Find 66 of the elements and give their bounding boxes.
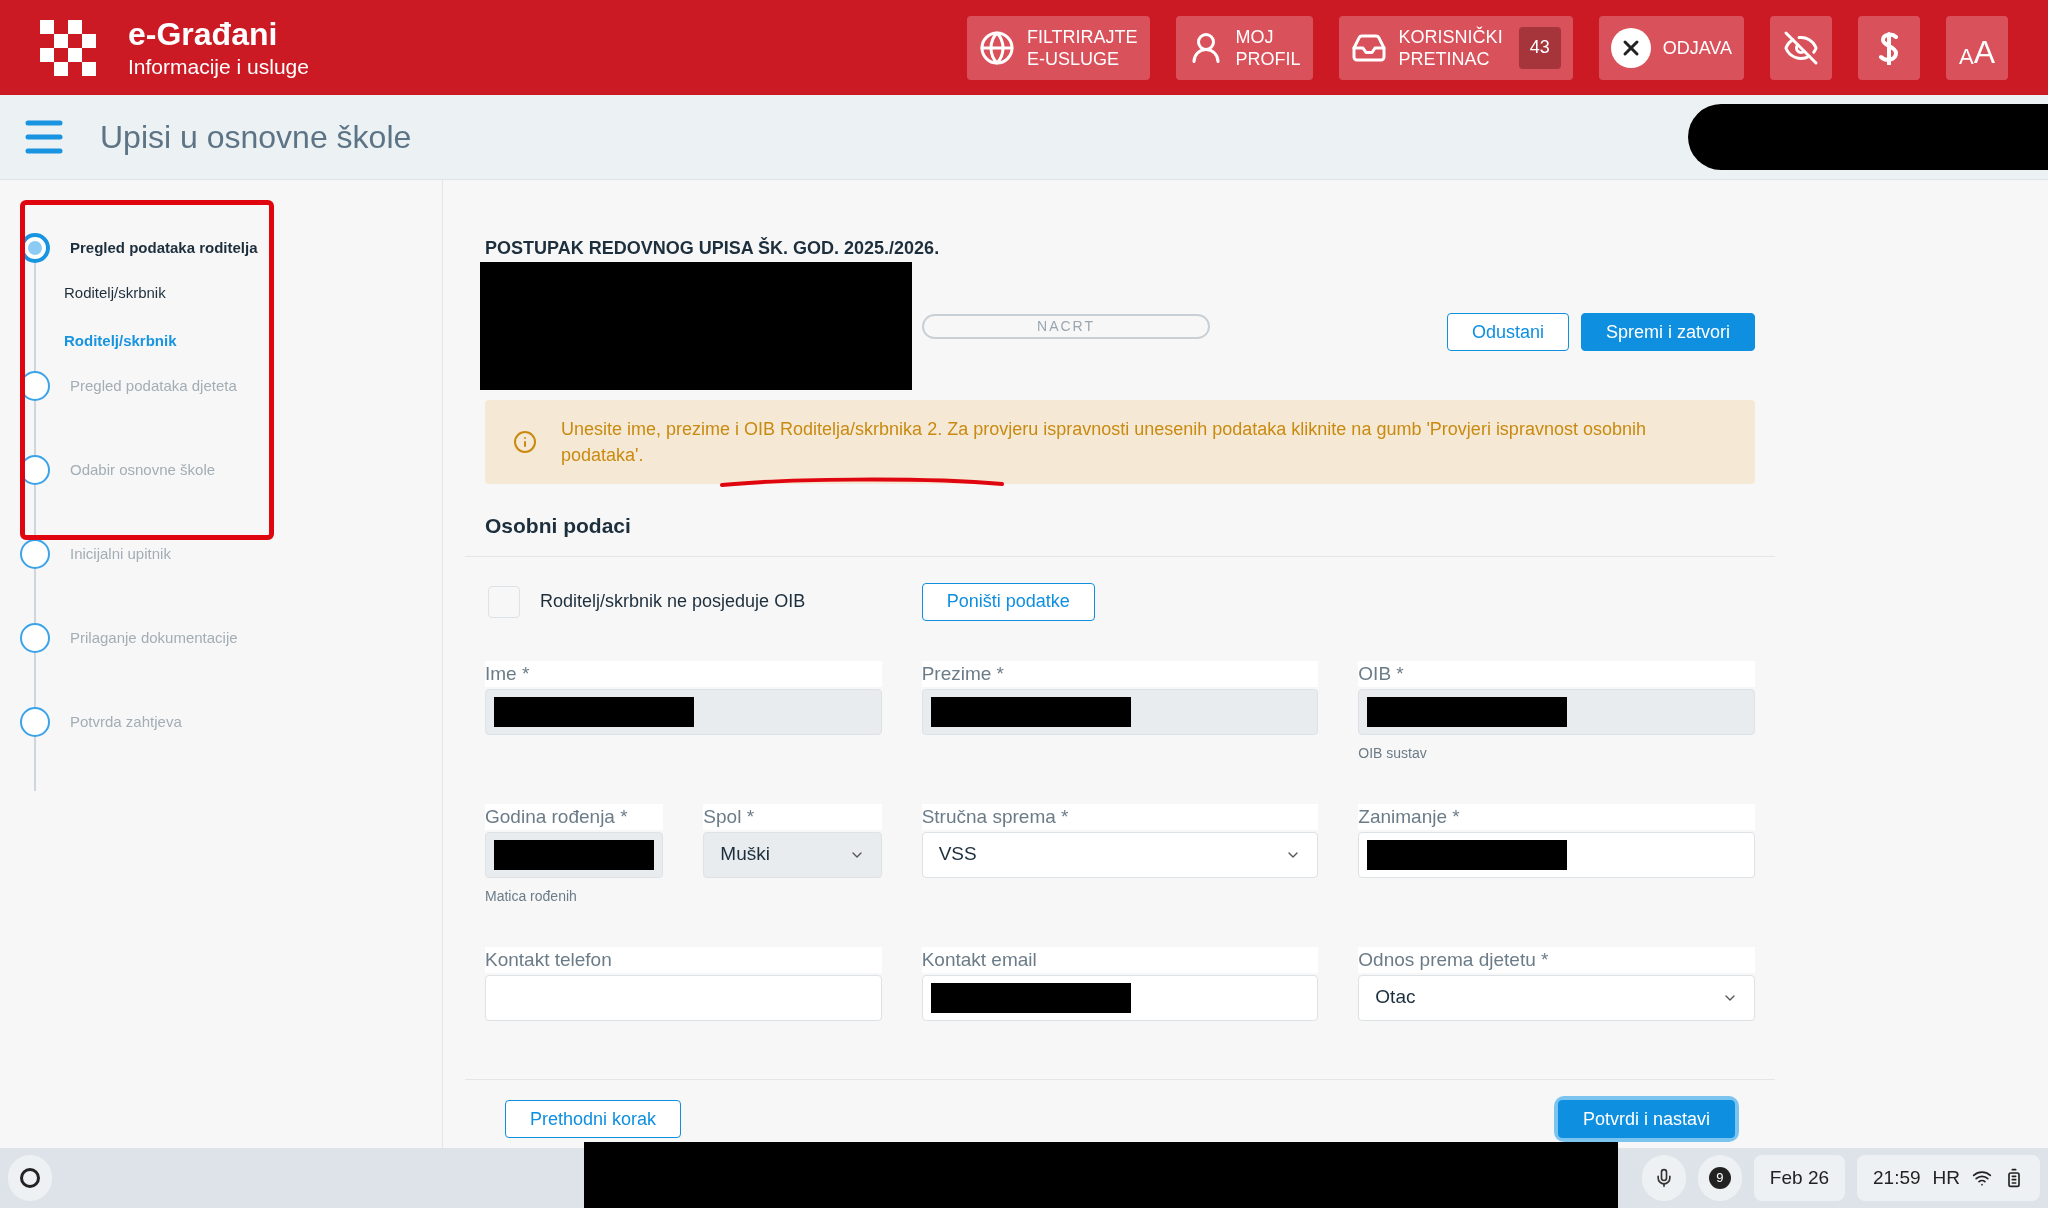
info-icon [513, 430, 537, 454]
input-field[interactable] [485, 831, 664, 878]
text-size-button[interactable]: AA [1946, 15, 2008, 80]
launcher-button[interactable] [8, 1155, 52, 1201]
step-label[interactable]: Pregled podataka djeteta [70, 374, 237, 398]
section-heading: Osobni podaci [465, 510, 1775, 557]
header-button[interactable]: FILTRIRAJTE E-USLUGE [966, 15, 1150, 80]
field-label: Spol * [703, 803, 882, 830]
field-label: Zanimanje * [1358, 803, 1755, 830]
field-label: Ime * [485, 660, 882, 687]
notifications-button[interactable]: 9 [1697, 1155, 1742, 1201]
header-button[interactable]: MOJ PROFIL [1175, 15, 1313, 80]
form-heading: POSTUPAK REDOVNOG UPISA ŠK. GOD. 2025./2026. [485, 236, 941, 260]
keyboard-layout: HR [1932, 1165, 1960, 1190]
clock-text: 21:59 [1873, 1165, 1921, 1190]
header-button[interactable]: KORISNIČKI PRETINAC 43 [1338, 15, 1573, 80]
alert-text: Unesite ime, prezime i OIB Roditelja/skrbnika 2. Za provjeru ispravnosti unesenih podataka kliknite na gumb 'Provjeri ispravnost osobnih podataka'. [561, 418, 1647, 467]
font-icon-button[interactable] [1858, 15, 1920, 80]
site-subtitle: Informacije i usluge [128, 54, 309, 81]
reset-button[interactable]: Poništi podatke [921, 582, 1095, 621]
helper-text: Matica rođenih [485, 886, 578, 906]
nav-button[interactable]: Potvrdi i nastavi [1557, 1100, 1735, 1138]
wifi-icon [1972, 1168, 1992, 1188]
hide-button[interactable] [1770, 15, 1832, 80]
field-label: Godina rođenja * [485, 803, 664, 830]
globe-icon [978, 29, 1015, 66]
field-label: Stručna sprema * [921, 803, 1319, 830]
checkbox[interactable] [488, 585, 520, 618]
site-title: e-Građani [128, 15, 279, 55]
field-label: Kontakt email [921, 946, 1319, 973]
field-label: Kontakt telefon [485, 946, 882, 973]
action-button[interactable]: Spremi i zatvori [1580, 313, 1755, 351]
substep-link[interactable]: Roditelj/skrbnik [64, 269, 442, 317]
microphone-button[interactable] [1642, 1155, 1686, 1201]
status-pill: NACRT [922, 313, 1210, 339]
input-field[interactable] [1358, 688, 1755, 735]
field-label: Odnos prema djetetu * [1358, 946, 1755, 973]
microphone-icon [1654, 1168, 1674, 1188]
select-field[interactable]: VSS [921, 831, 1319, 878]
step-label[interactable]: Prilaganje dokumentacije [70, 626, 238, 650]
field-label: OIB * [1358, 660, 1755, 687]
input-field[interactable] [485, 688, 882, 735]
action-button[interactable]: Odustani [1446, 313, 1569, 351]
page-title: Upisi u osnovne škole [100, 118, 412, 157]
step-label[interactable]: Pregled podataka roditelja [70, 236, 258, 260]
input-field[interactable] [1358, 831, 1755, 878]
input-field[interactable] [921, 974, 1319, 1021]
nav-button[interactable]: Prethodni korak [505, 1100, 682, 1138]
count-badge: 43 [1518, 26, 1561, 69]
date-button[interactable]: Feb 26 [1753, 1155, 1845, 1201]
input-field[interactable] [921, 688, 1319, 735]
checkbox-label: Roditelj/skrbnik ne posjeduje OIB [540, 590, 806, 613]
close-icon [1610, 27, 1651, 68]
helper-text: OIB sustav [1358, 743, 1428, 763]
select-field[interactable]: Otac [1358, 974, 1755, 1021]
eye-off-icon [1783, 29, 1819, 66]
step-label[interactable]: Potvrda zahtjeva [70, 710, 182, 734]
substep-link[interactable]: Roditelj/skrbnik [64, 317, 442, 365]
step-label[interactable]: Inicijalni upitnik [70, 542, 171, 566]
input-field[interactable] [485, 974, 882, 1021]
select-field[interactable]: Muški [703, 831, 882, 878]
status-tray[interactable]: 21:59 HR [1857, 1155, 2040, 1201]
checkered-logo-icon [40, 19, 96, 76]
field-label: Prezime * [921, 660, 1319, 687]
step-label[interactable]: Odabir osnovne škole [70, 458, 216, 482]
header-button[interactable]: ODJAVA [1598, 15, 1744, 80]
